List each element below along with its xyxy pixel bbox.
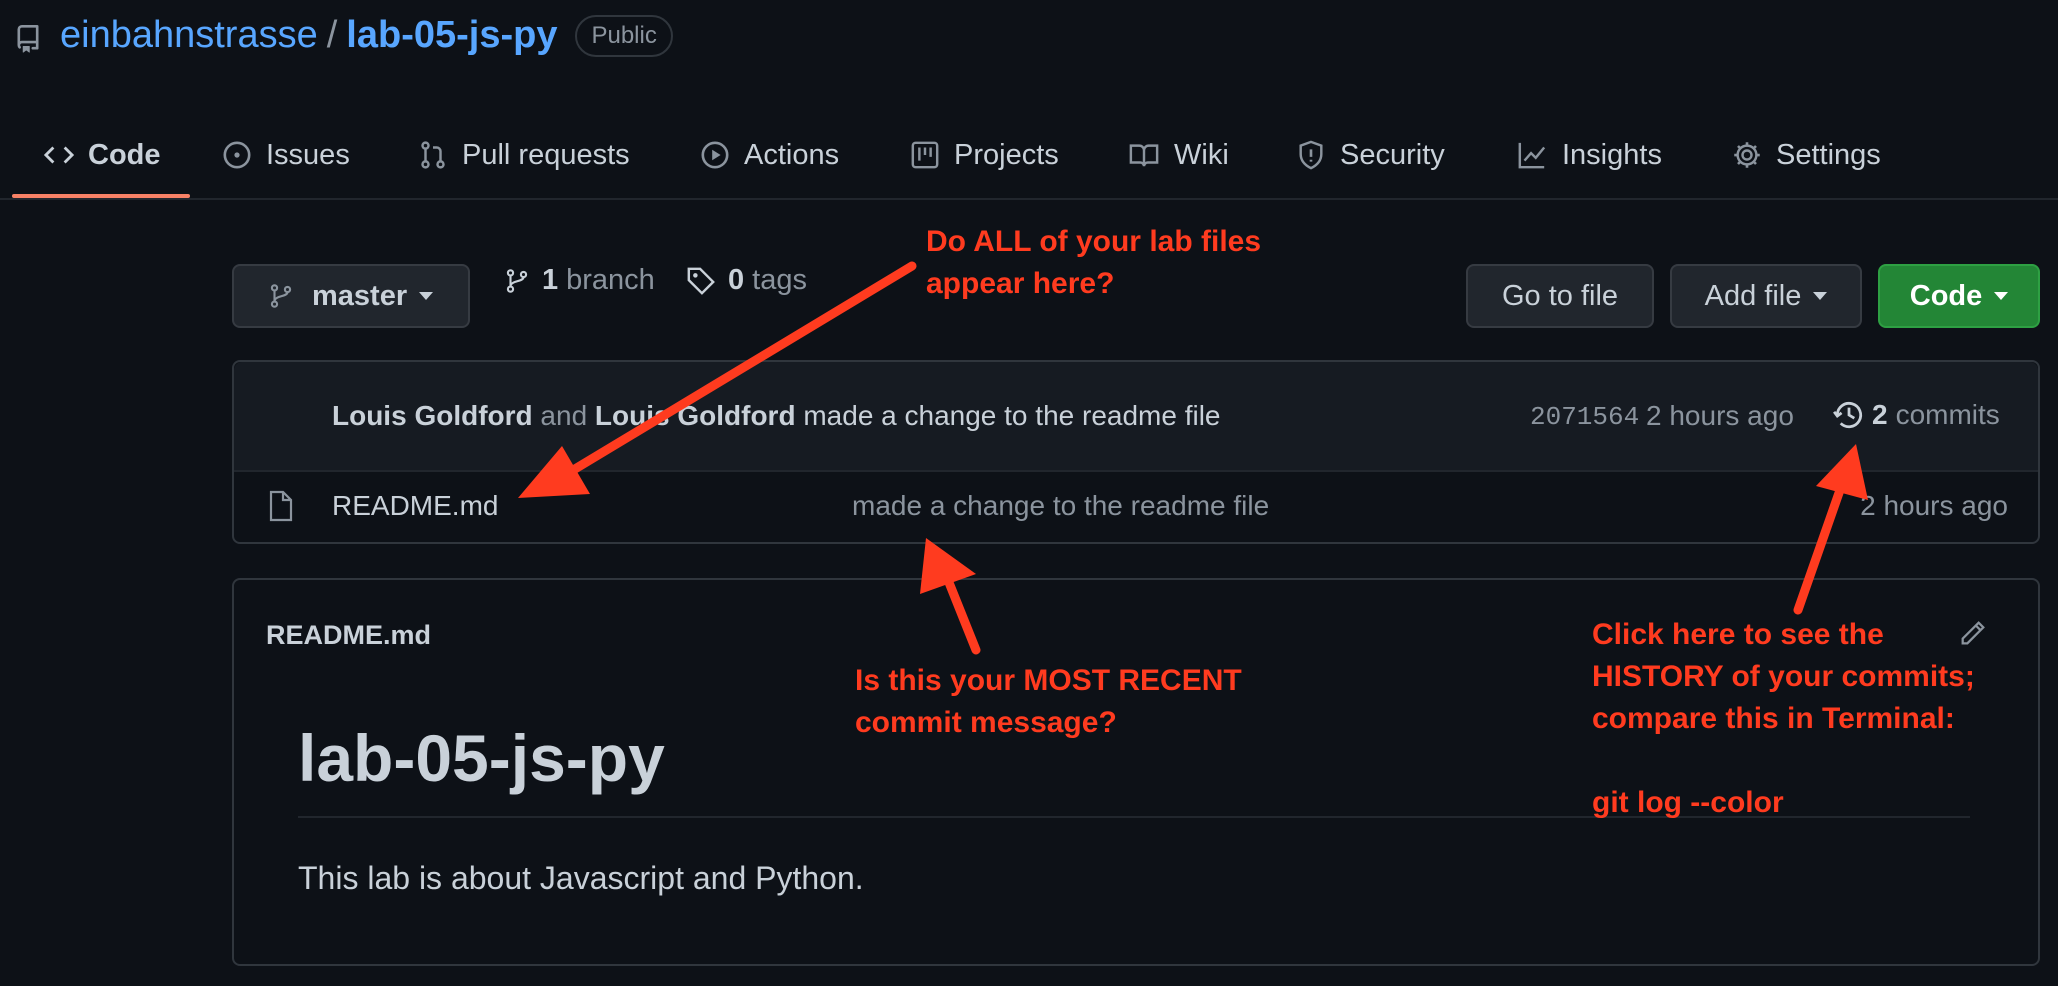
arrow-to-commits-history xyxy=(1793,444,1868,615)
annotation-commit-message: Is this your MOST RECENT commit message? xyxy=(855,664,1242,739)
annotation-history: Click here to see the HISTORY of your co… xyxy=(1592,618,1975,819)
arrow-to-files xyxy=(518,261,917,498)
annotation-files: Do ALL of your lab files appear here? xyxy=(926,225,1262,300)
annotation-arrows xyxy=(518,261,1868,655)
arrow-to-commit-message xyxy=(920,538,981,655)
